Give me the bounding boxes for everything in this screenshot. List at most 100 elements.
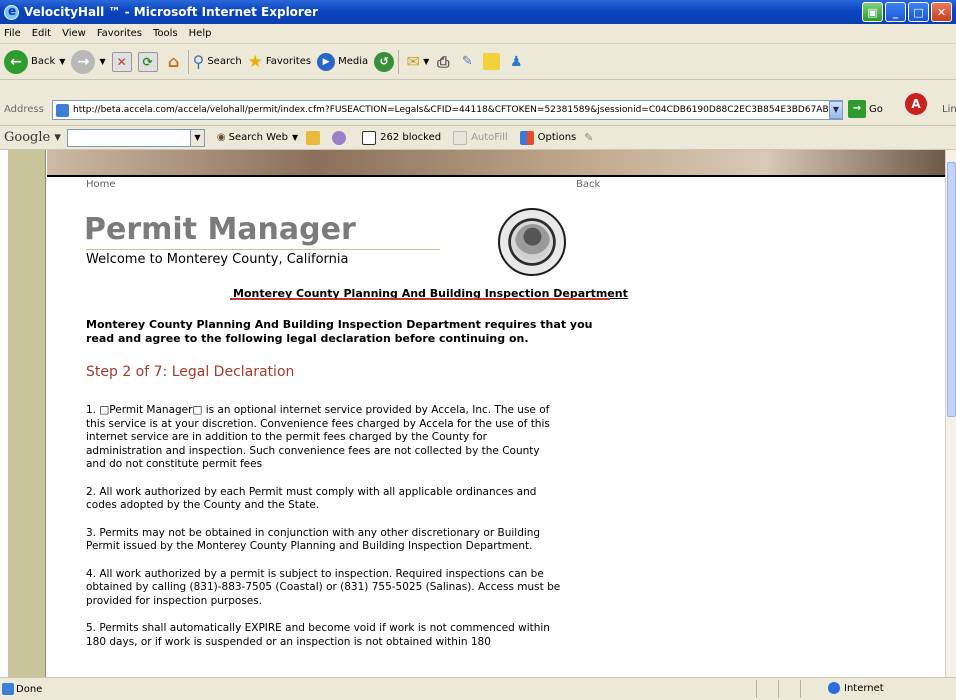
autofill-button[interactable]: AutoFill [453,130,508,145]
maximize-button[interactable]: □ [908,2,929,22]
mail-dropdown-icon[interactable]: ▼ [423,57,429,66]
search-icon: ⚲ [192,52,205,71]
links-label[interactable]: Lin [942,104,956,115]
pdf-icon[interactable]: A [905,93,927,115]
county-seal-logo [498,208,566,276]
close-button[interactable]: ✕ [931,2,952,22]
address-input[interactable]: http://beta.accela.com/accela/velohall/p… [52,100,843,120]
menu-bar: File Edit View Favorites Tools Help [0,24,956,44]
media-button[interactable]: ▶ Media [317,52,368,71]
edit-page-icon[interactable]: ✎ [457,52,477,72]
favorites-star-icon: ★ [247,51,263,72]
favorites-button[interactable]: ★ Favorites [248,52,311,72]
search-web-button[interactable]: ◉ Search Web ▼ [217,132,298,143]
term-paragraph: 5. Permits shall automatically EXPIRE an… [86,622,550,648]
search-button[interactable]: ⚲ Search [193,52,242,71]
department-underline [230,298,610,300]
status-pane [778,680,800,698]
go-button[interactable]: → Go [848,100,883,118]
status-pane [756,680,778,698]
notes-icon[interactable] [483,53,501,70]
menu-file[interactable]: File [4,28,21,39]
scrollbar-thumb[interactable] [947,162,956,417]
options-label: Options [537,132,577,143]
app-title: Permit Manager [84,212,356,247]
menu-tools[interactable]: Tools [153,28,178,39]
toolbar-separator [398,49,400,74]
google-search-dropdown-icon[interactable]: ▼ [189,129,204,146]
zone-label: Internet [844,682,884,694]
popup-blocked-count: 262 blocked [380,132,442,143]
forward-arrow-icon: → [71,49,96,74]
options-button[interactable]: Options [519,130,577,145]
address-url: http://beta.accela.com/accela/velohall/p… [73,105,829,115]
term-paragraph: 4. All work authorized by a permit is su… [86,567,561,607]
media-icon: ▶ [317,52,336,71]
search-site-icon[interactable] [306,130,321,145]
intro-text: Monterey County Planning And Building In… [86,318,593,345]
messenger-icon[interactable]: ♟ [506,52,526,72]
options-icon [519,130,534,145]
back-link[interactable]: Back [576,179,600,190]
title-underline [86,249,440,250]
back-arrow-icon: ← [4,49,28,74]
highlighter-icon[interactable]: ✎ [584,131,593,144]
seal-emblem [515,224,550,260]
welcome-text: Welcome to Monterey County, California [86,252,349,267]
menu-help[interactable]: Help [189,28,212,39]
left-decor-bar [8,150,46,677]
refresh-icon[interactable]: ⟳ [137,51,158,72]
home-link[interactable]: Home [86,179,116,190]
google-logo[interactable]: Google ▾ [4,130,61,145]
address-dropdown-icon[interactable]: ▼ [829,101,843,119]
menu-favorites[interactable]: Favorites [97,28,142,39]
minimize-button[interactable]: _ [885,2,906,22]
window-title-bar[interactable]: VelocityHall ™ - Microsoft Internet Expl… [0,0,956,24]
pagerank-icon[interactable] [332,130,347,145]
term-paragraph: 1. □Permit Manager□ is an optional inter… [86,404,550,470]
forward-dropdown-icon[interactable]: ▼ [99,57,105,66]
menu-view[interactable]: View [62,28,86,39]
google-logo-text: Google [4,130,51,145]
popup-blocker-button[interactable]: 262 blocked [362,130,442,145]
search-label: Search [207,56,242,67]
toolbar-separator [187,49,189,74]
internet-globe-icon [828,682,840,694]
back-label: Back [31,56,56,67]
search-web-label: Search Web [228,132,288,143]
vertical-scrollbar[interactable] [945,150,956,677]
mail-icon[interactable]: ✉ [403,52,423,72]
go-label: Go [869,103,883,115]
history-icon[interactable]: ↺ [374,51,395,72]
home-icon[interactable]: ⌂ [164,52,184,72]
page-icon [56,104,69,117]
restore-extra-icon[interactable]: ▣ [862,2,883,22]
favorites-label: Favorites [265,56,312,67]
status-panes [756,680,822,698]
address-label: Address [4,104,44,115]
security-zone[interactable]: Internet [828,682,884,694]
status-bar: Done Internet [0,677,956,700]
status-text: Done [16,683,43,695]
autofill-label: AutoFill [471,132,508,143]
autofill-icon [453,130,468,145]
google-toolbar: Google ▾ ▼ ◉ Search Web ▼ 262 blocked Au… [0,126,956,150]
legal-terms: 1. □Permit Manager□ is an optional inter… [86,404,561,663]
status-pane [800,680,822,698]
search-web-dropdown-icon[interactable]: ▼ [292,133,298,142]
ie-logo-icon [4,4,19,20]
address-bar-area: Address http://beta.accela.com/accela/ve… [0,80,956,126]
standard-toolbar: ← Back ▼ → ▼ ✕ ⟳ ⌂ ⚲ Search ★ Favorites … [0,44,956,80]
back-dropdown-icon[interactable]: ▼ [59,57,65,66]
back-button[interactable]: ← Back ▼ [4,49,65,74]
popup-blocker-icon [362,130,377,145]
binoculars-icon: ◉ [216,132,226,143]
stop-icon[interactable]: ✕ [111,51,132,72]
header-banner-image [47,150,945,177]
window-title: VelocityHall ™ - Microsoft Internet Expl… [24,5,318,19]
status-page-icon [2,683,14,695]
menu-edit[interactable]: Edit [32,28,51,39]
google-search-input[interactable]: ▼ [66,128,205,147]
print-icon[interactable]: ⎙ [433,52,453,72]
forward-button[interactable]: → ▼ [71,49,106,74]
